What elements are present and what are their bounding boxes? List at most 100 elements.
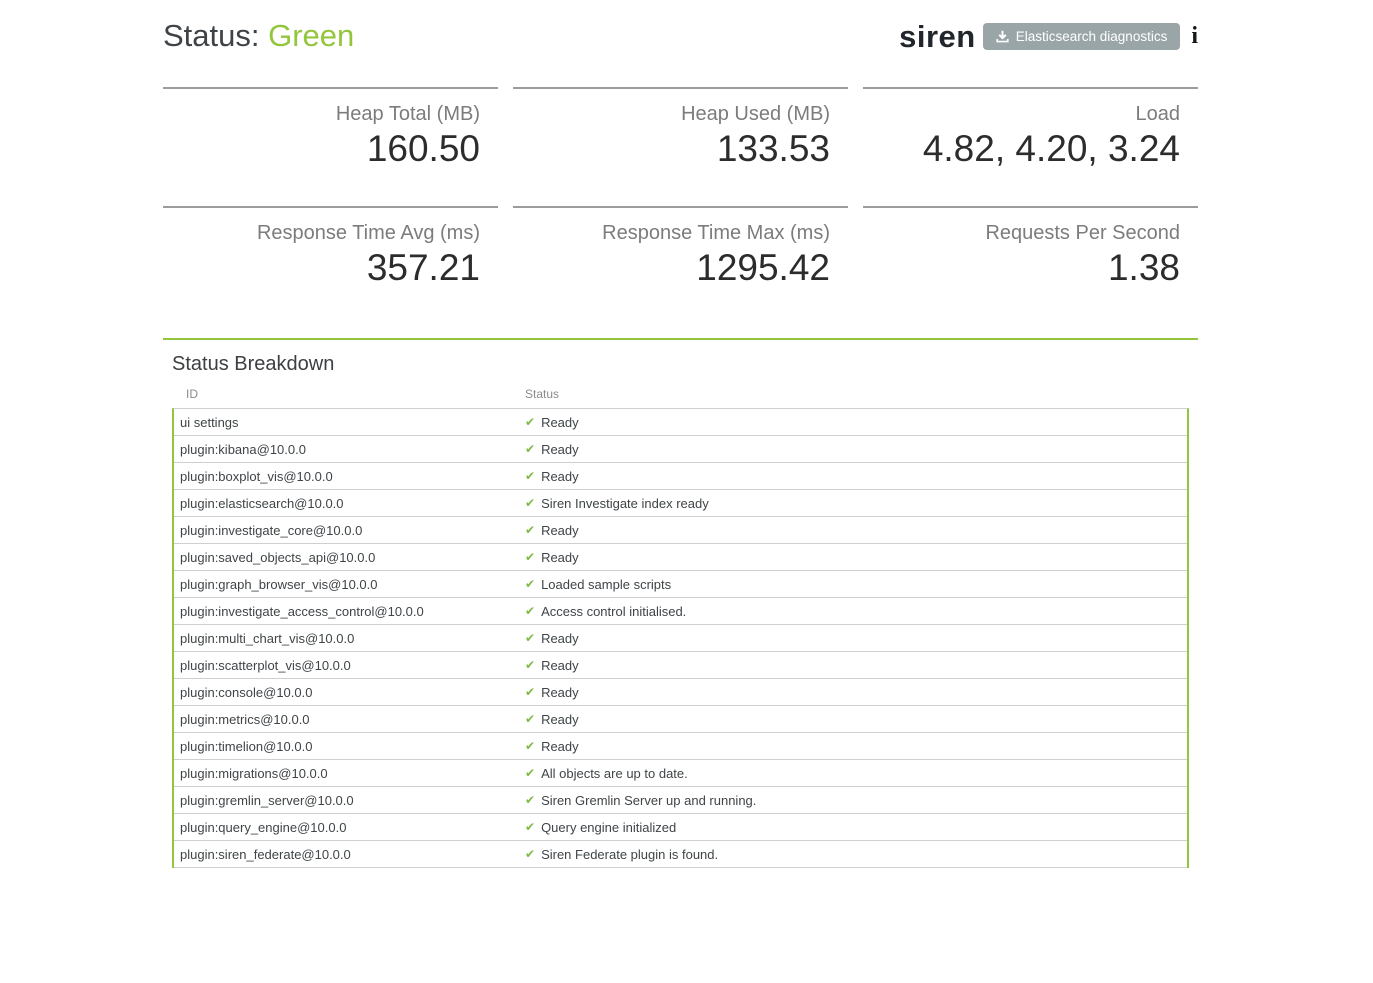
- metric-card: Requests Per Second1.38: [863, 206, 1198, 298]
- row-status: ✔ Siren Federate plugin is found.: [525, 847, 1187, 862]
- row-status: ✔Siren Investigate index ready: [525, 496, 1187, 511]
- metric-label: Response Time Max (ms): [513, 221, 830, 245]
- metric-value: 4.82, 4.20, 3.24: [863, 126, 1180, 171]
- check-icon: ✔: [525, 848, 535, 860]
- status-text: Siren Gremlin Server up and running.: [541, 793, 756, 808]
- metric-card: Heap Used (MB)133.53: [513, 87, 848, 179]
- status-text: All objects are up to date.: [541, 766, 688, 781]
- check-icon: ✔: [525, 470, 535, 482]
- column-header-id: ID: [172, 387, 525, 401]
- row-id: plugin:elasticsearch@10.0.0: [174, 496, 525, 511]
- status-text: Ready: [541, 442, 579, 457]
- table-row: plugin:console@10.0.0✔Ready: [174, 679, 1187, 706]
- metric-value: 357.21: [163, 245, 480, 290]
- status-text: Ready: [541, 712, 579, 727]
- table-row: plugin:multi_chart_vis@10.0.0✔ Ready: [174, 625, 1187, 652]
- check-icon: ✔: [525, 794, 535, 806]
- table-row: plugin:graph_browser_vis@10.0.0✔Loaded s…: [174, 571, 1187, 598]
- metric-label: Heap Used (MB): [513, 102, 830, 126]
- row-status: ✔ Siren Gremlin Server up and running.: [525, 793, 1187, 808]
- row-status: ✔ Ready: [525, 469, 1187, 484]
- elasticsearch-diagnostics-button[interactable]: Elasticsearch diagnostics: [983, 23, 1181, 50]
- table-row: plugin:elasticsearch@10.0.0✔Siren Invest…: [174, 490, 1187, 517]
- row-id: plugin:scatterplot_vis@10.0.0: [174, 658, 525, 673]
- row-id: plugin:investigate_core@10.0.0: [174, 523, 525, 538]
- status-text: Access control initialised.: [541, 604, 686, 619]
- row-id: plugin:investigate_access_control@10.0.0: [174, 604, 525, 619]
- table-row: plugin:saved_objects_api@10.0.0✔Ready: [174, 544, 1187, 571]
- table-row: plugin:gremlin_server@10.0.0✔ Siren Greml…: [174, 787, 1187, 814]
- row-status: ✔ Ready: [525, 523, 1187, 538]
- row-id: plugin:graph_browser_vis@10.0.0: [174, 577, 525, 592]
- row-status: ✔Access control initialised.: [525, 604, 1187, 619]
- row-id: plugin:kibana@10.0.0: [174, 442, 525, 457]
- check-icon: ✔: [525, 713, 535, 725]
- row-id: ui settings: [174, 415, 525, 430]
- check-icon: ✔: [525, 659, 535, 671]
- check-icon: ✔: [525, 524, 535, 536]
- row-status: ✔ Ready: [525, 631, 1187, 646]
- siren-logo: siren: [899, 21, 976, 52]
- row-id: plugin:query_engine@10.0.0: [174, 820, 525, 835]
- table-row: plugin:boxplot_vis@10.0.0✔Ready: [174, 463, 1187, 490]
- status-page: Status: Green siren Elasticsearch diagno…: [163, 0, 1198, 868]
- metric-value: 133.53: [513, 126, 830, 171]
- check-icon: ✔: [525, 767, 535, 779]
- status-text: Loaded sample scripts: [541, 577, 671, 592]
- status-text: Ready: [541, 415, 579, 430]
- row-status: ✔ Ready: [525, 658, 1187, 673]
- table-row: plugin:migrations@10.0.0✔ All objects are…: [174, 760, 1187, 787]
- table-row: ui settings✔Ready: [174, 409, 1187, 436]
- table-header: ID Status: [172, 387, 1189, 408]
- metric-value: 1295.42: [513, 245, 830, 290]
- table-row: plugin:siren_federate@10.0.0✔ Siren Feder…: [174, 841, 1187, 868]
- metric-card: Heap Total (MB)160.50: [163, 87, 498, 179]
- table-row: plugin:investigate_core@10.0.0✔ Ready: [174, 517, 1187, 544]
- status-breakdown-section: Status Breakdown ID Status ui settings✔R…: [163, 338, 1198, 868]
- metrics-grid: Heap Total (MB)160.50Heap Used (MB)133.5…: [163, 87, 1198, 298]
- row-id: plugin:siren_federate@10.0.0: [174, 847, 525, 862]
- row-id: plugin:metrics@10.0.0: [174, 712, 525, 727]
- table-row: plugin:kibana@10.0.0✔ Ready: [174, 436, 1187, 463]
- header: Status: Green siren Elasticsearch diagno…: [163, 12, 1198, 60]
- row-status: ✔Ready: [525, 550, 1187, 565]
- table-row: plugin:query_engine@10.0.0✔Query engine …: [174, 814, 1187, 841]
- row-status: ✔ Ready: [525, 712, 1187, 727]
- status-text: Ready: [541, 523, 579, 538]
- row-status: ✔Query engine initialized: [525, 820, 1187, 835]
- row-id: plugin:gremlin_server@10.0.0: [174, 793, 525, 808]
- status-text: Ready: [541, 631, 579, 646]
- table-row: plugin:timelion@10.0.0✔ Ready: [174, 733, 1187, 760]
- check-icon: ✔: [525, 740, 535, 752]
- row-id: plugin:timelion@10.0.0: [174, 739, 525, 754]
- check-icon: ✔: [525, 821, 535, 833]
- status-text: Ready: [541, 658, 579, 673]
- status-value: Green: [268, 18, 354, 53]
- header-actions: siren Elasticsearch diagnostics i: [899, 21, 1198, 52]
- status-text: Ready: [541, 739, 579, 754]
- page-title: Status: Green: [163, 14, 354, 58]
- metric-label: Load: [863, 102, 1180, 126]
- table-row: plugin:investigate_access_control@10.0.0…: [174, 598, 1187, 625]
- row-status: ✔Loaded sample scripts: [525, 577, 1187, 592]
- row-id: plugin:saved_objects_api@10.0.0: [174, 550, 525, 565]
- metric-value: 160.50: [163, 126, 480, 171]
- table-row: plugin:scatterplot_vis@10.0.0✔ Ready: [174, 652, 1187, 679]
- status-text: Ready: [541, 469, 579, 484]
- info-icon[interactable]: i: [1191, 24, 1198, 48]
- row-id: plugin:multi_chart_vis@10.0.0: [174, 631, 525, 646]
- check-icon: ✔: [525, 551, 535, 563]
- row-status: ✔ All objects are up to date.: [525, 766, 1187, 781]
- check-icon: ✔: [525, 443, 535, 455]
- metric-label: Requests Per Second: [863, 221, 1180, 245]
- metric-card: Load4.82, 4.20, 3.24: [863, 87, 1198, 179]
- metric-label: Heap Total (MB): [163, 102, 480, 126]
- status-text: Ready: [541, 685, 579, 700]
- status-text: Siren Federate plugin is found.: [541, 847, 718, 862]
- status-text: Siren Investigate index ready: [541, 496, 709, 511]
- status-label: Status:: [163, 18, 260, 53]
- metric-value: 1.38: [863, 245, 1180, 290]
- row-status: ✔ Ready: [525, 739, 1187, 754]
- row-id: plugin:migrations@10.0.0: [174, 766, 525, 781]
- check-icon: ✔: [525, 632, 535, 644]
